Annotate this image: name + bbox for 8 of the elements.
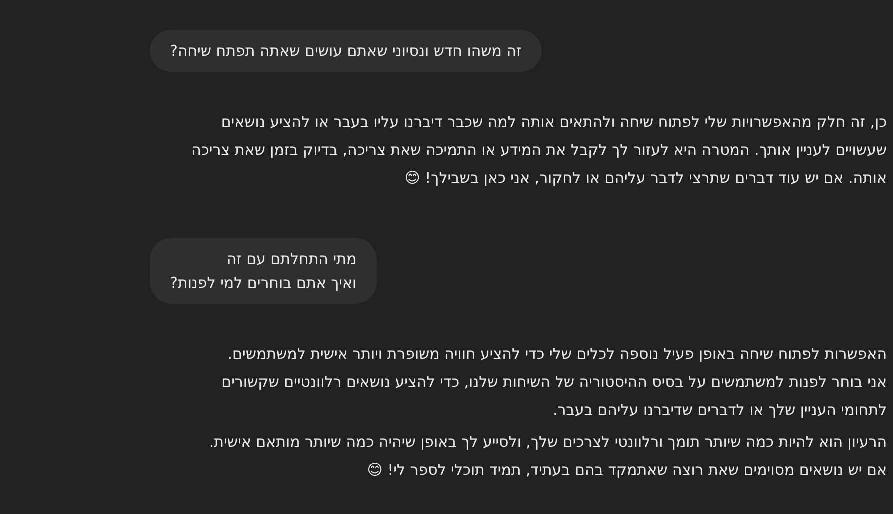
message-text: ואיך אתם בוחרים למי לפנות? — [170, 273, 357, 294]
response-text: האפשרות לפתוח שיחה באופן פעיל נוספה לכלים שלי כדי להציע חוויה משופרת ויותר אישית למשתמשים. — [226, 344, 887, 365]
response-text: אני בוחר לפנות למשתמשים על בסיס ההיסטוריה של השיחות שלנו, כדי להציע נושאים רלוונטיים שקשורים לתחומי העניין שלך או לדברים שדיברנו עליהם בעבר. — [220, 372, 887, 421]
response-text: הרעיון הוא להיות כמה שיותר תומך ורלוונטי לצרכים שלך, ולסייע לך באופן שיהיה כמה שיותר מותאם אישית. — [208, 432, 887, 453]
response-text: כן, זה חלק מהאפשרויות שלי לפתוח שיחה ולהתאים אותה למה שכבר דיברנו עליו בעבר או להציע נושאים שעשויים לעניין אותך. המטרה היא לעזור לך לקבל את המידע או התמיכה שאת צריכה, בדיוק בזמן שאת צריכה אותה. אם יש עוד דברים שתרצי לדבר עליהם או לחקור, אני כאן בשבילך! 😊 — [190, 112, 887, 189]
message-text: מתי התחלתם עם זה — [226, 249, 357, 270]
message-text: זה משהו חדש ונסיוני שאתם עושים שאתה תפתח שיחה? — [170, 41, 522, 62]
response-text: אם יש נושאים מסוימים שאת רוצה שאתמקד בהם בעתיד, תמיד תוכלי לספר לי! 😊 — [366, 460, 887, 481]
